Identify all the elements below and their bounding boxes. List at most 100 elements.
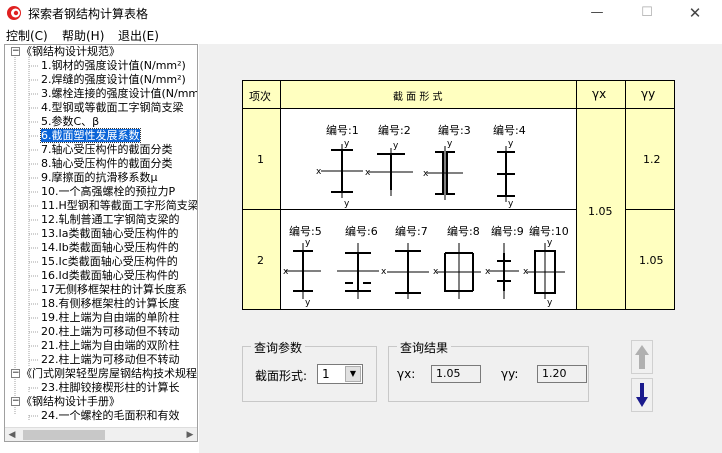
app-logo-icon (7, 6, 21, 20)
tree-item[interactable]: 9.摩擦面的抗滑移系数μ (41, 171, 158, 185)
tree-item-label: 6.截面塑性发展系数 (40, 128, 141, 143)
tree-item-label: 10.一个高强螺栓的预拉力P (41, 185, 176, 198)
chevron-down-icon[interactable]: ▼ (345, 366, 361, 382)
row-1-item: 1 (257, 153, 264, 166)
header-item: 项次 (249, 90, 271, 103)
axis-label: x (423, 169, 429, 179)
horizontal-scrollbar[interactable]: ◀ ▶ (5, 427, 197, 441)
tree-item-label: 3.螺栓连接的强度设计值(N/mm²) (41, 87, 198, 100)
tree-item[interactable]: 8.轴心受压构件的截面分类 (41, 157, 173, 171)
tree-group[interactable]: 《门式刚架轻型房屋钢结构技术规程》 (21, 367, 198, 381)
minimize-icon[interactable]: — (574, 0, 620, 26)
tree-item[interactable]: 24.一个螺栓的毛面积和有效 (41, 409, 180, 423)
tree-item[interactable]: 4.型钢或等截面工字钢简支梁 (41, 101, 184, 115)
query-params-group: 查询参数 截面形式: 1 ▼ (242, 339, 377, 402)
table-header-bg (243, 81, 674, 108)
tree-item-label: 17无侧移框架柱的计算长度系 (41, 283, 187, 296)
axis-label: x (433, 267, 439, 277)
tree-item-label: 9.摩擦面的抗滑移系数μ (41, 171, 158, 184)
close-icon[interactable]: ✕ (672, 0, 718, 26)
row-1-shapes-svg: x y y x y x y y y (316, 139, 515, 208)
axis-label: y (305, 238, 311, 248)
query-results-group: 查询结果 γx: 1.05 γy: 1.20 (388, 339, 589, 402)
tree-item-label: 24.一个螺栓的毛面积和有效 (41, 409, 180, 422)
tree-item[interactable]: 19.柱上端为自由端的单阶柱 (41, 311, 180, 325)
axis-label: x (365, 168, 371, 178)
scroll-thumb[interactable] (23, 430, 105, 440)
row-2-shapes-svg: x y y x x x x y y (283, 238, 565, 307)
axis-label: x (381, 267, 387, 277)
header-gamma-x: γx (592, 87, 607, 101)
tree-item-label: 16.Ⅰd类截面轴心受压构件的 (41, 269, 179, 282)
coefficient-table: 项次 截 面 形 式 γx γy 1 2 1.05 1.2 1.05 编号:1 … (242, 80, 675, 310)
gamma-y-label: γy: (501, 367, 519, 381)
collapse-icon[interactable]: − (11, 369, 20, 378)
tree-item[interactable]: 2.焊缝的强度设计值(N/mm²) (41, 73, 186, 87)
collapse-icon[interactable]: − (11, 397, 20, 406)
tree-item[interactable]: 23.柱脚铰接楔形柱的计算长 (41, 381, 180, 395)
axis-label: y (393, 141, 399, 151)
axis-label: y (344, 199, 350, 208)
axis-label: y (447, 139, 453, 149)
tree-item[interactable]: 14.Ⅰb类截面轴心受压构件的 (41, 241, 179, 255)
tree-item-label: 11.H型钢和等截面工字形简支梁 (41, 199, 198, 212)
menu-exit[interactable]: 退出(E) (118, 27, 159, 44)
shape-type-select[interactable]: 1 ▼ (317, 364, 363, 384)
tree-item[interactable]: 12.轧制普通工字钢简支梁的 (41, 213, 180, 227)
tree-item-label: 22.柱上端为可移动但不转动 (41, 353, 180, 366)
tree-group[interactable]: 《钢结构设计手册》 (21, 395, 120, 409)
axis-label: y (547, 238, 553, 248)
tree-item[interactable]: 1.钢材的强度设计值(N/mm²) (41, 59, 186, 73)
tree-item-label: 13.Ⅰa类截面轴心受压构件的 (41, 227, 179, 240)
scroll-left-icon[interactable]: ◀ (5, 428, 19, 441)
arrow-up-button[interactable] (631, 340, 653, 374)
menu-bar: 控制(C) 帮助(H) 退出(E) (0, 26, 722, 44)
axis-label: x (523, 267, 529, 277)
tree-item[interactable]: 18.有侧移框架柱的计算长度 (41, 297, 180, 311)
axis-label: y (305, 298, 311, 307)
shape-type-value: 1 (322, 367, 330, 381)
tree-item-label: 8.轴心受压构件的截面分类 (41, 157, 173, 170)
tree-item[interactable]: 22.柱上端为可移动但不转动 (41, 353, 180, 367)
tree-item-label: 7.轴心受压构件的截面分类 (41, 143, 173, 156)
shape-type-label: 截面形式: (255, 369, 308, 383)
tree-item[interactable]: 16.Ⅰd类截面轴心受压构件的 (41, 269, 179, 283)
tree-item[interactable]: 20.柱上端为可移动但不转动 (41, 325, 180, 339)
maximize-icon[interactable]: ☐ (624, 0, 670, 26)
tree-item-label: 18.有侧移框架柱的计算长度 (41, 297, 180, 310)
menu-control[interactable]: 控制(C) (6, 27, 48, 44)
tree-item-label: 5.参数C、β (41, 115, 100, 128)
axis-label: x (485, 267, 491, 277)
gamma-y-result: 1.20 (537, 365, 587, 383)
row-2-gamma-y: 1.05 (639, 254, 664, 267)
tree-item-label: 19.柱上端为自由端的单阶柱 (41, 311, 180, 324)
axis-label: y (508, 139, 514, 149)
tree-item[interactable]: 17无侧移框架柱的计算长度系 (41, 283, 187, 297)
tree-item[interactable]: 10.一个高强螺栓的预拉力P (41, 185, 175, 199)
tree-item-label: 1.钢材的强度设计值(N/mm²) (41, 59, 186, 72)
tree-view[interactable]: 《钢结构设计规范》 −1.钢材的强度设计值(N/mm²) 2.焊缝的强度设计值(N/… (4, 44, 198, 442)
tree-item-label: 15.Ⅰc类截面轴心受压构件的 (41, 255, 178, 268)
tree-item[interactable]: 5.参数C、β (41, 115, 99, 129)
tree-item-label: 4.型钢或等截面工字钢简支梁 (41, 101, 184, 114)
tree-item[interactable]: 6.截面塑性发展系数 (40, 128, 141, 143)
axis-label: y (547, 298, 553, 307)
axis-label: x (316, 167, 322, 177)
tree-item[interactable]: 7.轴心受压构件的截面分类 (41, 143, 173, 157)
tree-item[interactable]: 11.H型钢和等截面工字形简支梁 (41, 199, 198, 213)
scroll-right-icon[interactable]: ▶ (183, 428, 197, 441)
axis-label: y (508, 199, 514, 208)
header-section: 截 面 形 式 (393, 92, 443, 103)
collapse-icon[interactable]: − (11, 47, 20, 56)
tree-item[interactable]: 3.螺栓连接的强度设计值(N/mm²) (41, 87, 198, 101)
tree-group[interactable]: 《钢结构设计规范》 (21, 45, 120, 59)
gamma-x-label: γx: (397, 367, 416, 381)
arrow-down-button[interactable] (631, 378, 653, 412)
row-2-section-diagrams: 编号:5 编号:6 编号:7 编号:8 编号:9 编号:10 xyyx x x … (283, 211, 573, 307)
tree-item[interactable]: 15.Ⅰc类截面轴心受压构件的 (41, 255, 178, 269)
tree-item[interactable]: 13.Ⅰa类截面轴心受压构件的 (41, 227, 178, 241)
tree-item-label: 14.Ⅰb类截面轴心受压构件的 (41, 241, 179, 254)
menu-help[interactable]: 帮助(H) (62, 27, 104, 44)
tree-item-label: 《门式刚架轻型房屋钢结构技术规程》 (21, 367, 198, 380)
tree-item[interactable]: 21.柱上端为自由端的双阶柱 (41, 339, 180, 353)
